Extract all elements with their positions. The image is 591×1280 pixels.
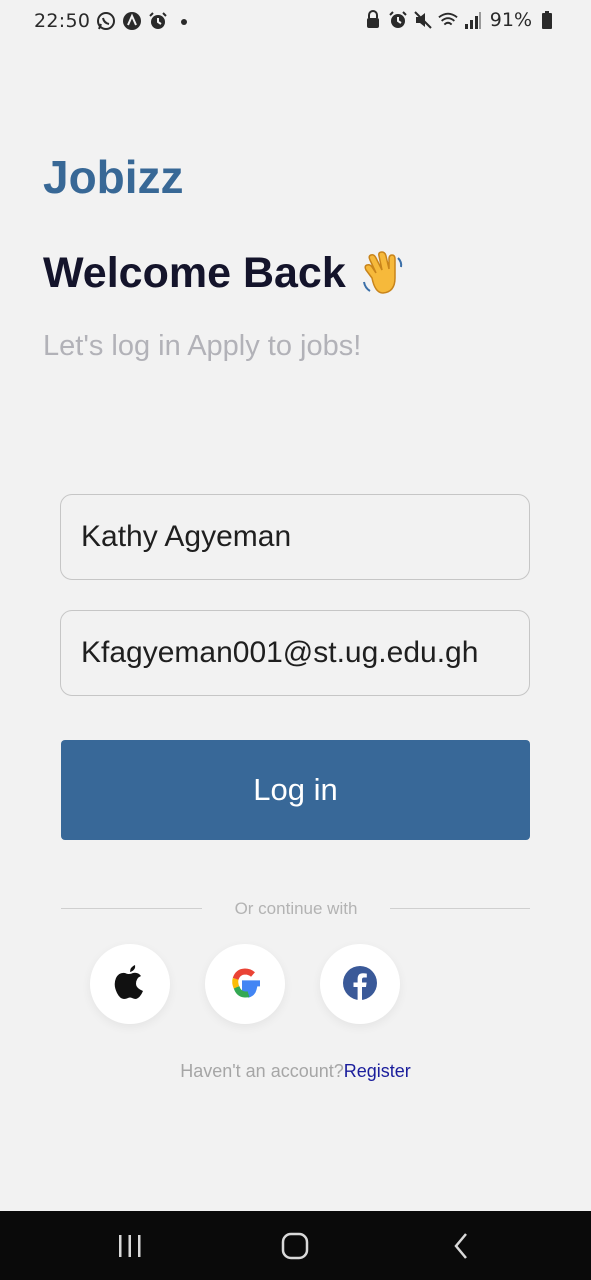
google-login-button[interactable] [205,944,285,1024]
waving-hand-icon [358,248,408,298]
lock-icon [363,9,383,31]
welcome-text: Welcome Back [43,248,346,297]
system-nav-bar [0,1211,591,1280]
apple-icon [113,964,147,1005]
google-icon [227,965,263,1004]
register-row: Haven't an account?Register [0,1061,591,1082]
register-link[interactable]: Register [344,1061,411,1081]
alarm-icon [388,9,408,31]
facebook-icon [342,965,378,1004]
alarm-icon [148,10,168,32]
apple-login-button[interactable] [90,944,170,1024]
email-input[interactable] [60,610,530,696]
mute-icon [413,9,433,31]
status-right-icons: 91% [363,9,557,31]
status-bar: 22:50 91% [0,0,591,46]
register-prompt: Haven't an account? [180,1061,344,1081]
signal-icon [463,9,483,31]
login-button[interactable]: Log in [61,740,530,840]
battery-icon [537,9,557,31]
status-left-icons [96,10,194,32]
facebook-login-button[interactable] [320,944,400,1024]
wifi-icon [438,9,458,31]
brand-title: Jobizz [43,151,184,203]
app-notification-icon [122,10,142,32]
name-input[interactable] [60,494,530,580]
recents-icon[interactable] [110,1229,150,1263]
divider-text: Or continue with [234,899,358,918]
battery-level: 91% [489,9,532,31]
status-time: 22:50 [34,10,91,32]
divider-left [61,908,202,909]
divider-right [390,908,530,909]
back-icon[interactable] [441,1229,481,1263]
home-icon[interactable] [275,1229,315,1263]
whatsapp-icon [96,10,116,32]
welcome-heading: Welcome Back [43,248,408,298]
dot-icon [174,10,194,32]
subtitle: Let's log in Apply to jobs! [43,330,362,362]
